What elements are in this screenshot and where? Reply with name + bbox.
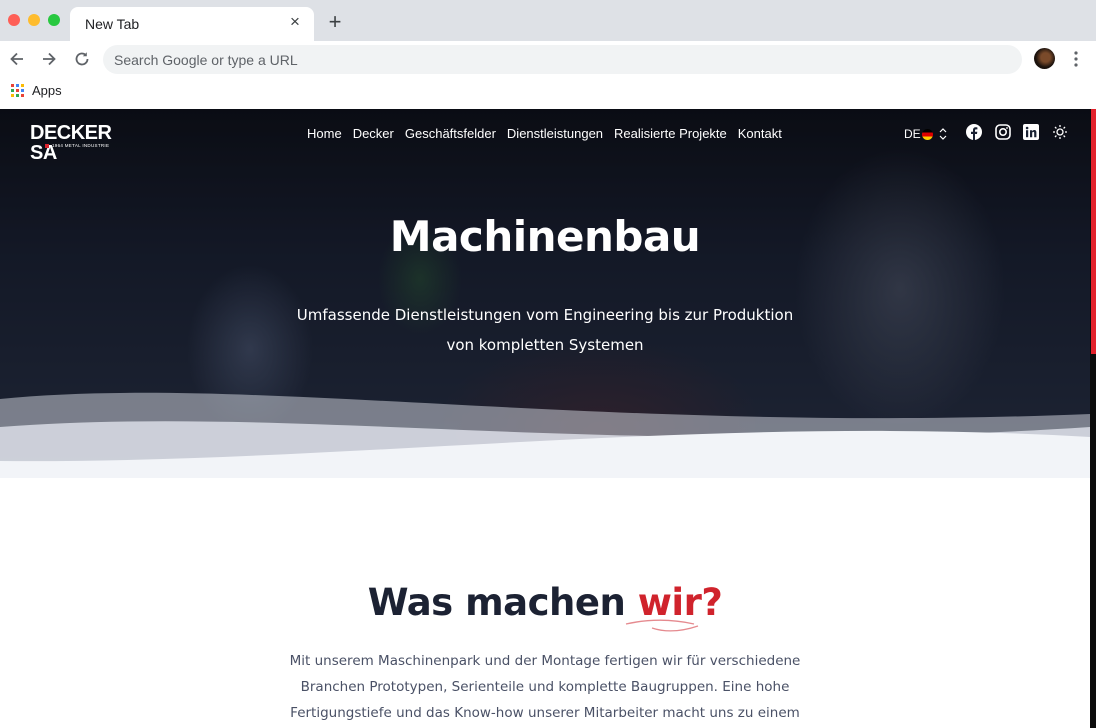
- section-title-main: Was machen: [367, 581, 638, 624]
- sun-theme-icon[interactable]: [1052, 124, 1068, 140]
- browser-toolbar: [0, 41, 1096, 77]
- more-menu-icon[interactable]: [1068, 49, 1084, 69]
- nav-geschaeftsfelder[interactable]: Geschäftsfelder: [405, 125, 496, 143]
- language-code: DE: [904, 127, 921, 141]
- logo-accent-square: [45, 144, 49, 148]
- hero-banner: DECKER SA 1964 METAL INDUSTRIE Home Deck…: [0, 109, 1090, 478]
- hero-subtitle: Umfassende Dienstleistungen vom Engineer…: [295, 300, 795, 360]
- window-maximize-button[interactable]: [48, 14, 60, 26]
- reload-icon[interactable]: [72, 49, 92, 69]
- logo-tagline: 1964 METAL INDUSTRIE: [52, 143, 110, 148]
- scrollbar-thumb[interactable]: [1091, 109, 1096, 354]
- tab-strip: New Tab × +: [0, 0, 1096, 41]
- hero-subtitle-line: von kompletten Systemen: [446, 336, 644, 354]
- back-arrow-icon[interactable]: [7, 49, 27, 69]
- new-tab-button[interactable]: +: [324, 11, 346, 33]
- paragraph-line: Mit unserem Maschinenpark und der Montag…: [289, 653, 801, 669]
- address-input[interactable]: [114, 45, 994, 74]
- facebook-icon[interactable]: [966, 124, 982, 140]
- german-flag-icon: [921, 128, 933, 140]
- tab-title: New Tab: [85, 16, 140, 32]
- window-close-button[interactable]: [8, 14, 20, 26]
- hero-subtitle-line: Umfassende Dienstleistungen vom Engineer…: [296, 306, 794, 324]
- main-navigation: Home Decker Geschäftsfelder Dienstleistu…: [307, 125, 782, 143]
- title-underline-swoosh: [625, 619, 699, 632]
- section-title: Was machen wir?: [0, 581, 1090, 624]
- apps-bookmark[interactable]: Apps: [32, 83, 62, 98]
- bookmarks-bar: [0, 77, 1096, 109]
- nav-dienstleistungen[interactable]: Dienstleistungen: [507, 125, 603, 143]
- instagram-icon[interactable]: [995, 124, 1011, 140]
- profile-avatar[interactable]: [1034, 48, 1055, 69]
- nav-kontakt[interactable]: Kontakt: [738, 125, 782, 143]
- section-paragraph: Mit unserem Maschinenpark und der Montag…: [262, 648, 828, 728]
- tab-new-tab[interactable]: New Tab ×: [70, 7, 314, 41]
- hero-wave-divider: [0, 392, 1090, 478]
- web-page: DECKER SA 1964 METAL INDUSTRIE Home Deck…: [0, 109, 1090, 728]
- nav-decker[interactable]: Decker: [353, 125, 394, 143]
- hero-title: Machinenbau: [389, 212, 701, 261]
- linkedin-icon[interactable]: [1023, 124, 1039, 140]
- paragraph-line: Fertigungstiefe und das Know-how unserer…: [290, 705, 800, 721]
- paragraph-line: Branchen Prototypen, Serienteile und kom…: [300, 679, 790, 695]
- nav-home[interactable]: Home: [307, 125, 342, 143]
- window-minimize-button[interactable]: [28, 14, 40, 26]
- language-selector[interactable]: DE: [904, 124, 954, 144]
- select-arrows-icon: [939, 128, 947, 140]
- nav-realisierte-projekte[interactable]: Realisierte Projekte: [614, 125, 727, 143]
- address-bar[interactable]: [103, 45, 1022, 74]
- apps-grid-icon[interactable]: [11, 84, 24, 97]
- site-logo[interactable]: DECKER SA 1964 METAL INDUSTRIE: [30, 123, 142, 163]
- tab-close-icon[interactable]: ×: [286, 13, 304, 31]
- forward-arrow-icon[interactable]: [39, 49, 59, 69]
